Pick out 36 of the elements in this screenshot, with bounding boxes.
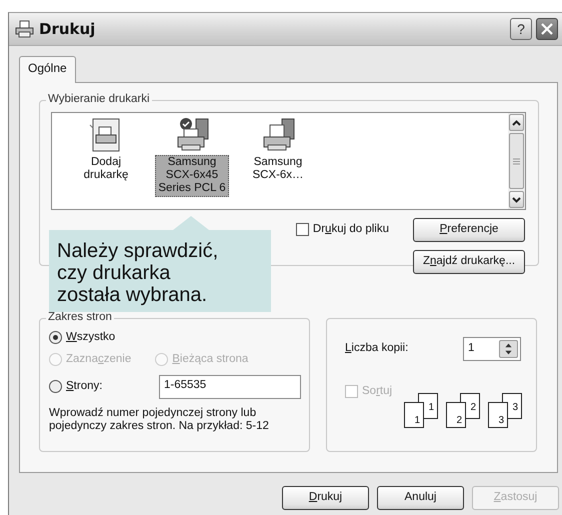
pages-input-field[interactable]: 1-65535	[159, 374, 301, 399]
radio-label: Wszystko	[66, 331, 116, 345]
window-title: Drukuj	[39, 20, 96, 38]
radio-button[interactable]	[49, 380, 62, 394]
hint-text: Wprowadź numer pojedynczej strony lub pojedynczy zakres stron. Na przykład: 5-12	[49, 406, 270, 434]
copies-spinner[interactable]: 1	[463, 337, 521, 361]
spin-arrows-icon[interactable]	[499, 340, 518, 358]
page-icon: 3	[488, 402, 508, 428]
print-button[interactable]: Drukuj	[282, 486, 369, 510]
find-printer-button[interactable]: Znajdź drukarkę...	[413, 250, 525, 274]
radio-label: Strony:	[66, 380, 102, 394]
help-button[interactable]: ?	[510, 18, 532, 40]
close-button[interactable]	[536, 18, 558, 40]
scroll-up-icon[interactable]	[509, 114, 524, 131]
printer-label[interactable]: Samsung SCX-6x…	[249, 155, 307, 184]
printer-label[interactable]: Dodaj drukarkę	[80, 155, 132, 184]
radio-button[interactable]	[49, 331, 62, 344]
preferences-button[interactable]: Preferencje	[413, 218, 525, 242]
copies-label: Liczba kopii:	[345, 342, 410, 356]
radio-label: Bieżąca strona	[172, 352, 248, 367]
page-icon: 1	[404, 402, 424, 428]
group-title: Wybieranie drukarki	[46, 93, 152, 107]
scroll-down-icon[interactable]	[509, 191, 524, 208]
tab[interactable]: Ogólne	[19, 56, 76, 83]
cancel-button[interactable]: Anuluj	[377, 486, 464, 510]
printer-label[interactable]: Samsung SCX-6x45 Series PCL 6	[155, 155, 229, 197]
checkbox-label: Drukuj do pliku	[312, 223, 389, 237]
close-icon[interactable]	[540, 22, 554, 36]
printer-icon	[15, 20, 35, 38]
printer-list[interactable]: Dodaj drukarkę Samsung SCX-6x45 Series PCL 6 Samsung SCX-6x…	[51, 112, 526, 210]
scrollbar[interactable]	[508, 113, 525, 209]
scroll-thumb[interactable]	[509, 133, 524, 189]
radio-label: Zaznaczenie	[66, 352, 132, 367]
checkbox-label: Sortuj	[362, 385, 392, 399]
checkbox[interactable]	[296, 223, 309, 236]
page-icon: 2	[446, 402, 466, 428]
